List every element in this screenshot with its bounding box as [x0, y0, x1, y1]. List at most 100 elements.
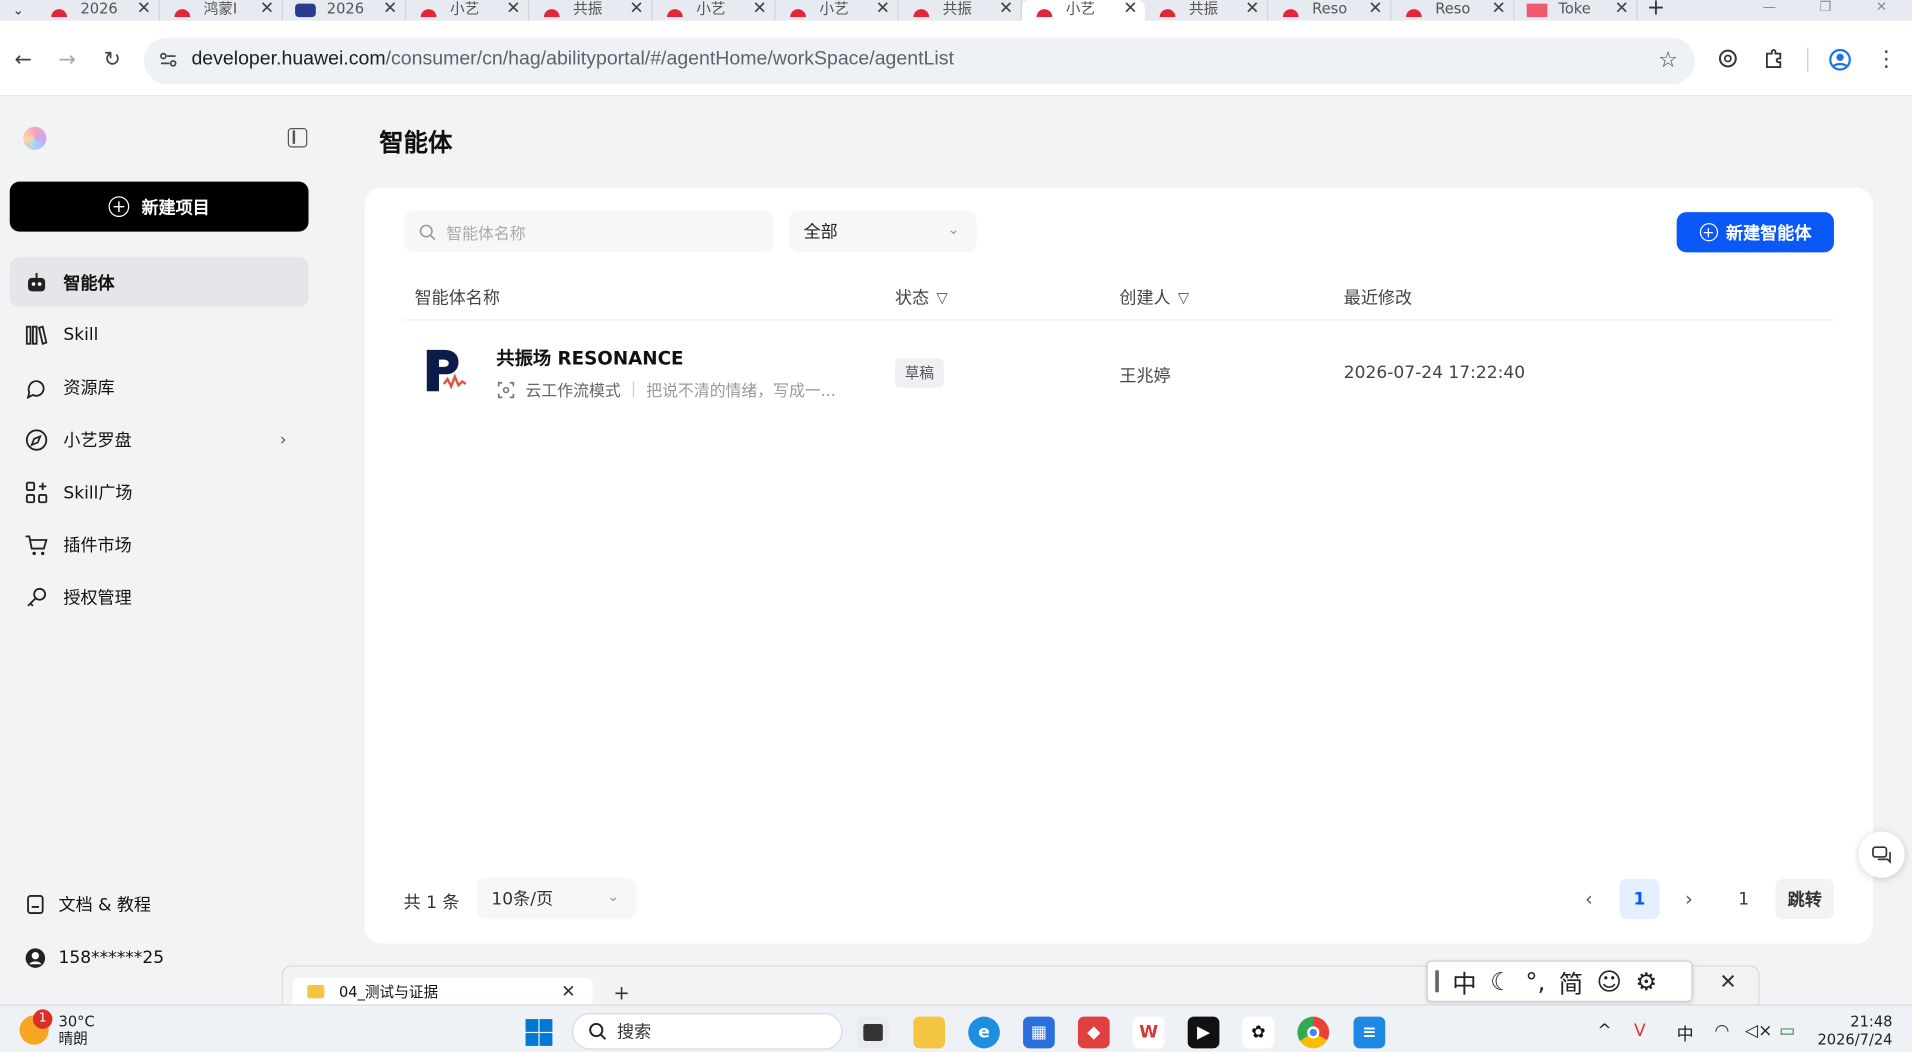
wps-tray-icon[interactable]: V [1634, 1022, 1646, 1042]
browser-tab[interactable]: 共振 ✕ [899, 0, 1022, 21]
sidebar-item-plugin-market[interactable]: 插件市场 [10, 519, 309, 569]
new-project-button[interactable]: + 新建项目 [9, 181, 309, 232]
jump-button[interactable]: 跳转 [1775, 878, 1834, 920]
forward-icon[interactable]: → [55, 48, 79, 72]
tray-overflow-icon[interactable]: ^ [1597, 1022, 1611, 1042]
browser-tab[interactable]: 小艺 ✕ [652, 0, 776, 21]
next-page-icon[interactable]: › [1672, 879, 1706, 919]
windows-start-icon[interactable] [523, 1017, 555, 1049]
status-filter-select[interactable]: 全部 ⌄ [788, 210, 977, 253]
close-tab-icon[interactable]: ✕ [622, 0, 651, 18]
address-bar[interactable]: developer.huawei.com/consumer/cn/hag/abi… [143, 37, 1695, 85]
jump-page-input[interactable]: 1 [1718, 878, 1770, 920]
weather-widget[interactable]: 1 30°C 晴朗 [19, 1009, 95, 1047]
restore-icon[interactable]: ❐ [1797, 0, 1853, 17]
notepad-icon[interactable]: ≡ [1353, 1016, 1386, 1049]
taskbar-search[interactable]: 搜索 [571, 1012, 843, 1050]
creator-filter-icon[interactable]: ▽ [1178, 289, 1189, 306]
browser-tab[interactable]: 共振 ✕ [1145, 0, 1269, 21]
ime-drag-handle[interactable] [1435, 970, 1439, 993]
docs-link[interactable]: 文档 & 教程 [24, 892, 151, 916]
close-tab-icon[interactable]: ✕ [129, 0, 158, 18]
browser-tab[interactable]: 小艺 ✕ [1021, 0, 1146, 21]
browser-menu-icon[interactable]: ⋮ [1874, 47, 1898, 72]
close-tab-icon[interactable]: ✕ [991, 0, 1020, 18]
close-tab-icon[interactable]: ✕ [376, 0, 405, 18]
back-icon[interactable]: ← [11, 48, 35, 72]
tab-search-chevron-icon[interactable]: ⌄ [0, 0, 37, 21]
collapse-sidebar-icon[interactable] [287, 127, 308, 148]
browser-tab[interactable]: 2026 ✕ [283, 0, 407, 21]
clock-time: 21:48 [1850, 1012, 1893, 1031]
close-tab-icon[interactable]: ✕ [1116, 0, 1145, 18]
sidebar-item-skill-square[interactable]: Skill广场 [10, 467, 309, 517]
battery-icon[interactable]: ▭ [1779, 1022, 1795, 1042]
browser-tab[interactable]: Reso ✕ [1268, 0, 1392, 21]
browser-tab[interactable]: 2026 ✕ [37, 0, 160, 21]
sidebar-item-xiaoyi-compass[interactable]: 小艺罗盘 › [10, 414, 309, 464]
bookmark-star-icon[interactable]: ☆ [1658, 48, 1678, 74]
browser-tab[interactable]: 鸿蒙I ✕ [160, 0, 283, 21]
wifi-icon[interactable]: ◠ [1714, 1022, 1729, 1042]
agent-name[interactable]: 共振场 RESONANCE [496, 345, 683, 371]
close-tab-icon[interactable]: ✕ [745, 0, 774, 18]
sidebar-item-agents[interactable]: 智能体 [9, 257, 309, 308]
edge-browser-icon[interactable]: e [968, 1016, 1000, 1049]
sidebar-item-label: 授权管理 [63, 588, 132, 608]
status-filter-icon[interactable]: ▽ [936, 289, 947, 306]
page-number-current[interactable]: 1 [1619, 878, 1660, 920]
close-tab-icon[interactable]: ✕ [561, 982, 575, 1002]
close-tab-icon[interactable]: ✕ [1361, 0, 1390, 18]
sidebar-item-resource-library[interactable]: 资源库 [10, 362, 309, 412]
sidebar-item-authorization[interactable]: 授权管理 [10, 572, 309, 622]
prev-page-icon[interactable]: ‹ [1572, 879, 1606, 919]
browser-tab[interactable]: 小艺 ✕ [406, 0, 530, 21]
microsoft-store-icon[interactable]: ▦ [1023, 1016, 1055, 1049]
close-tab-icon[interactable]: ✕ [1238, 0, 1267, 18]
ime-chinese-mode[interactable]: 中 [1452, 964, 1476, 999]
close-tab-icon[interactable]: ✕ [1607, 0, 1636, 18]
app-logo[interactable] [23, 126, 47, 150]
site-settings-icon[interactable] [159, 50, 179, 74]
browser-tab[interactable]: Reso ✕ [1391, 0, 1515, 21]
browser-tab[interactable]: Toke ✕ [1514, 0, 1638, 21]
browser-tab[interactable]: 共振 ✕ [529, 0, 653, 21]
task-view-icon[interactable] [857, 1016, 889, 1049]
close-window-icon[interactable]: ✕ [1853, 0, 1909, 17]
volume-muted-icon[interactable]: ◁× [1745, 1022, 1772, 1042]
system-clock[interactable]: 21:48 2026/7/24 [1814, 1013, 1892, 1050]
chatgpt-app-icon[interactable]: ✿ [1242, 1016, 1275, 1049]
ime-simplified[interactable]: 简 [1559, 964, 1583, 999]
minimize-icon[interactable]: — [1741, 0, 1797, 17]
robot-icon [28, 272, 46, 291]
close-tab-icon[interactable]: ✕ [499, 0, 528, 18]
sidebar-item-skill[interactable]: Skill [10, 310, 309, 360]
chrome-browser-icon[interactable] [1297, 1016, 1330, 1049]
close-tab-icon[interactable]: ✕ [868, 0, 897, 18]
ime-close-icon[interactable]: ✕ [1719, 970, 1736, 994]
page-size-select[interactable]: 10条/页 ⌄ [476, 877, 637, 920]
emoji-icon[interactable]: ☺ [1597, 967, 1622, 996]
close-tab-icon[interactable]: ✕ [1484, 0, 1513, 18]
terminal-app-icon[interactable]: ▶ [1187, 1016, 1220, 1049]
explorer-new-tab-icon[interactable]: + [613, 981, 629, 1004]
input-language-indicator[interactable]: 中 [1677, 1022, 1694, 1046]
settings-gear-icon[interactable]: ⚙ [1635, 967, 1657, 996]
file-explorer-icon[interactable] [913, 1016, 946, 1049]
moon-icon[interactable]: ☾ [1490, 967, 1512, 996]
new-tab-button[interactable]: + [1638, 0, 1675, 19]
close-tab-icon[interactable]: ✕ [252, 0, 281, 18]
browser-tab[interactable]: 小艺 ✕ [776, 0, 899, 21]
chatgpt-extension-icon[interactable] [1716, 48, 1740, 72]
user-account[interactable]: 158******25 [24, 947, 164, 969]
profile-icon[interactable] [1828, 48, 1852, 72]
punctuation-icon[interactable]: °, [1525, 967, 1545, 996]
reload-icon[interactable]: ↻ [100, 48, 124, 72]
feedback-chat-button[interactable] [1858, 831, 1905, 878]
new-agent-button[interactable]: + 新建智能体 [1676, 212, 1834, 253]
explorer-tab[interactable]: 04_测试与证据 ✕ [292, 977, 593, 1006]
app-red-icon[interactable]: ◆ [1077, 1016, 1110, 1049]
extensions-puzzle-icon[interactable] [1762, 48, 1786, 72]
agent-search-input[interactable]: 智能体名称 [403, 210, 774, 253]
wps-office-icon[interactable]: W [1132, 1016, 1165, 1049]
